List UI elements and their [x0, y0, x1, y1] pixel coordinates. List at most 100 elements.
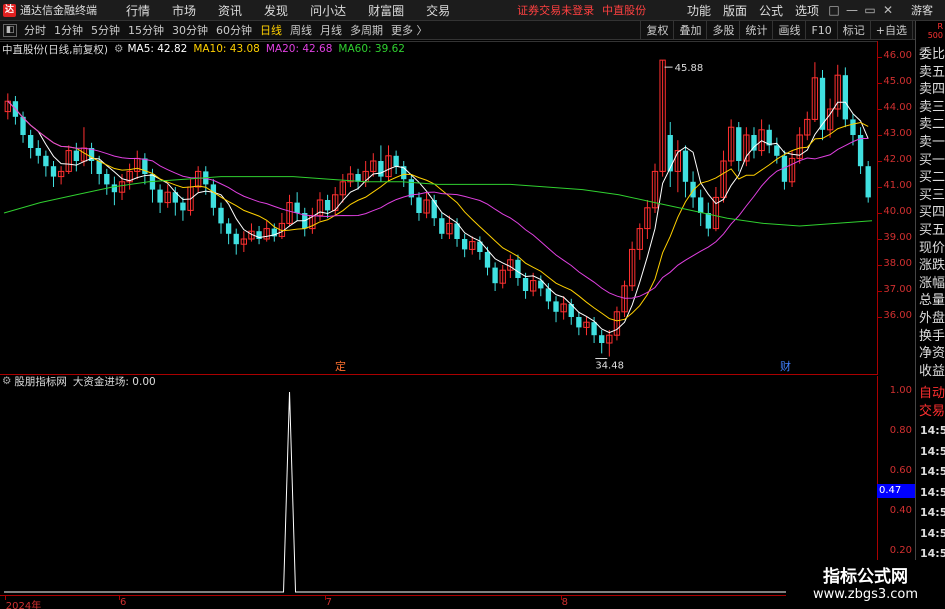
ma60-line [3, 176, 873, 227]
trade-time: 14:56 [920, 424, 945, 437]
guest-login[interactable]: 游客 [911, 2, 933, 18]
watermark-title: 指标公式网 [823, 567, 908, 587]
candle-body [416, 197, 422, 213]
side-panel-item[interactable]: 买五 [919, 219, 945, 238]
date-tick-mark [560, 596, 562, 600]
candle-body [682, 150, 689, 182]
candle-body [393, 155, 399, 167]
price-tick-label: 40.00 [883, 206, 912, 217]
side-panel-item[interactable]: 交易 [919, 400, 945, 419]
high-price-label: 45.88 [675, 63, 704, 74]
side-panel-item[interactable]: 卖三 [919, 96, 945, 115]
candle-body [50, 166, 57, 177]
candle-body [591, 322, 597, 336]
candle-body [515, 259, 521, 278]
side-panel-item[interactable]: 委比 [919, 43, 945, 62]
price-tick-mark [878, 57, 882, 58]
price-axis: 46.00 45.00 44.00 43.00 42.00 41.00 40.00 39.00… [877, 41, 915, 375]
price-tick-label: 45.00 [883, 76, 912, 87]
side-panel-item[interactable]: 买四 [919, 201, 945, 220]
candle-body [294, 202, 300, 213]
kline-chart[interactable]: 45.88 34.48 定 财 [0, 0, 877, 595]
date-tick-label: 6 [120, 597, 127, 608]
side-panel-item[interactable]: 外盘 [919, 307, 945, 326]
date-tick-mark [324, 596, 326, 600]
candle-body [698, 197, 704, 213]
indicator-tick-label: 0.60 [889, 465, 912, 476]
candle-body [111, 184, 118, 193]
trade-time: 14:56 [920, 444, 945, 458]
date-tick-label: 2024年 [5, 601, 42, 609]
side-panel-item[interactable]: 买一 [919, 149, 945, 168]
side-panel-item[interactable]: 卖四 [919, 78, 945, 97]
watermark: 指标公式网 www.zbgs3.com [786, 560, 945, 609]
candle-body [35, 148, 41, 156]
candle-body [774, 145, 780, 156]
side-panel-item[interactable]: 现价 [919, 237, 945, 256]
indicator-source-label: 股朋指标网 [14, 375, 67, 388]
candle-body [218, 207, 224, 224]
trade-time: 14:56 [920, 506, 945, 519]
indicator-info-line: ⚙ 股朋指标网 大资金进场: 0.00 [2, 374, 156, 388]
candle-body [545, 288, 552, 302]
side-panel-item[interactable]: 净资 [919, 342, 945, 361]
cursor-value-label: 0.47 [877, 484, 915, 498]
candle-body [599, 335, 605, 343]
price-tick-label: 43.00 [883, 128, 912, 139]
candle-body [492, 267, 498, 284]
watermark-url: www.zbgs3.com [812, 587, 919, 602]
date-tick-mark [119, 596, 121, 600]
side-panel-item[interactable]: 卖二 [919, 113, 945, 132]
candle-body [157, 189, 163, 203]
price-tick-mark [878, 213, 882, 214]
side-panel-500-label: 500 [927, 31, 943, 40]
candle-body [73, 150, 79, 161]
price-tick-mark [878, 291, 882, 292]
indicator-line [4, 391, 872, 593]
candle-body [439, 218, 445, 234]
candle-body [378, 161, 384, 177]
side-panel-item[interactable]: 买三 [919, 184, 945, 203]
date-axis: 2024年678910 [0, 595, 877, 609]
candle-body [576, 317, 582, 328]
side-panel-item[interactable]: 换手 [919, 325, 945, 344]
price-tick-mark [878, 135, 882, 136]
side-panel-item[interactable]: 总量 [919, 289, 945, 308]
side-panel-header[interactable]: R 500 [917, 22, 945, 40]
candle-body [27, 135, 34, 148]
indicator-tick-label: 0.40 [889, 505, 912, 516]
candle-body [210, 184, 217, 208]
candle-body [667, 135, 673, 172]
price-tick-mark [878, 187, 882, 188]
side-panel-item[interactable]: 卖五 [919, 61, 945, 80]
event-marker-cai: 财 [780, 359, 791, 373]
side-panel-item[interactable]: 买二 [919, 166, 945, 185]
candle-body [751, 135, 757, 151]
indicator-tick-label: 1.00 [889, 385, 912, 396]
indicator-value-label: 大资金进场: 0.00 [72, 375, 156, 388]
price-tick-mark [878, 161, 882, 162]
side-panel-item[interactable]: 卖一 [919, 131, 945, 150]
price-tick-mark [878, 265, 882, 266]
price-tick-label: 39.00 [883, 232, 912, 243]
candle-body [865, 166, 871, 198]
candle-body [324, 200, 331, 211]
side-panel-item[interactable]: 涨跌 [919, 254, 945, 273]
candle-body [43, 155, 49, 167]
indicator-settings-icon[interactable]: ⚙ [2, 375, 11, 387]
price-tick-label: 38.00 [883, 258, 912, 269]
candle-body [522, 278, 529, 291]
stock-terminal-window: 达 通达信金融终端 行情 市场 资讯 发现 问小达 财富圈 交易 证券交易未登录… [0, 0, 945, 609]
date-tick-label: 7 [325, 597, 332, 608]
candle-body [96, 161, 102, 174]
price-tick-label: 41.00 [883, 180, 912, 191]
indicator-tick-label: 0.80 [889, 425, 912, 436]
side-panel-item[interactable]: 收益 [919, 360, 945, 379]
candle-body [736, 127, 742, 161]
price-tick-mark [878, 239, 882, 240]
side-panel-item[interactable]: 自动 [919, 382, 945, 401]
price-tick-label: 42.00 [883, 154, 912, 165]
close-icon[interactable]: ✕ [879, 3, 897, 17]
side-panel-item[interactable]: 涨幅 [919, 272, 945, 291]
price-tick-mark [878, 109, 882, 110]
